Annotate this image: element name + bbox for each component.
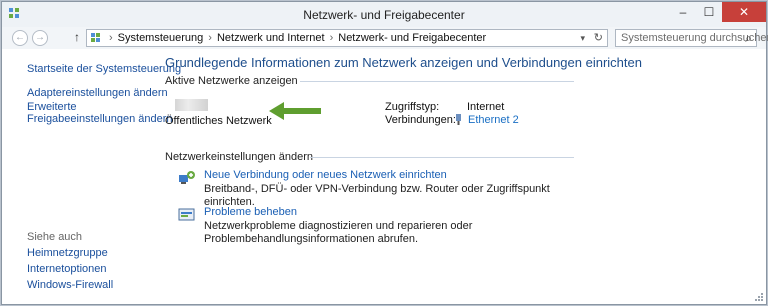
breadcrumb: › Systemsteuerung › Netzwerk und Internet › N… — [104, 31, 486, 45]
sidebar-link-advanced-sharing[interactable]: Erweiterte — [27, 101, 77, 113]
minimize-button[interactable]: – — [670, 2, 696, 22]
breadcrumb-item[interactable]: Netzwerk und Internet — [217, 32, 325, 44]
sidebar-link-internet-options[interactable]: Internetoptionen — [27, 263, 107, 275]
change-settings-label: Netzwerkeinstellungen ändern — [165, 151, 313, 163]
troubleshoot-icon — [178, 208, 195, 221]
network-name-redacted — [175, 99, 208, 111]
connections-label: Verbindungen: — [385, 114, 456, 126]
arrow-annotation-icon — [269, 102, 321, 120]
sidebar-link-adapter-settings[interactable]: Adaptereinstellungen ändern — [27, 87, 168, 99]
breadcrumb-separator[interactable]: › — [208, 32, 212, 44]
sidebar-link-home[interactable]: Startseite der Systemsteuerung — [27, 63, 181, 75]
breadcrumb-separator: › — [109, 32, 113, 44]
content-area: Startseite der Systemsteuerung Adapterei… — [2, 49, 766, 304]
breadcrumb-item[interactable]: Netzwerk- und Freigabecenter — [338, 32, 486, 44]
back-button[interactable]: ← — [12, 30, 28, 46]
breadcrumb-item[interactable]: Systemsteuerung — [118, 32, 204, 44]
sidebar: Startseite der Systemsteuerung Adapterei… — [2, 49, 181, 304]
up-button[interactable]: ↑ — [70, 30, 84, 46]
troubleshoot-desc: Netzwerkprobleme diagnostizieren und rep… — [204, 220, 473, 245]
chevron-down-icon[interactable]: ▾ — [580, 31, 585, 45]
setup-connection-link[interactable]: Neue Verbindung oder neues Netzwerk einr… — [204, 169, 447, 181]
breadcrumb-separator[interactable]: › — [330, 32, 334, 44]
control-panel-icon — [91, 33, 101, 43]
address-box[interactable]: › Systemsteuerung › Netzwerk und Internet › N… — [86, 29, 608, 47]
title-bar: Netzwerk- und Freigabecenter – ☐ ✕ — [2, 2, 766, 27]
page-title: Grundlegende Informationen zum Netzwerk … — [165, 55, 642, 70]
access-type-value: Internet — [467, 101, 505, 113]
connection-link-ethernet[interactable]: Ethernet 2 — [468, 114, 519, 126]
window-title: Netzwerk- und Freigabecenter — [303, 8, 465, 22]
maximize-button[interactable]: ☐ — [696, 2, 722, 22]
refresh-icon[interactable]: ↻ — [594, 31, 603, 45]
sidebar-link-homegroup[interactable]: Heimnetzgruppe — [27, 247, 108, 259]
divider — [300, 81, 574, 82]
sidebar-link-advanced-sharing-2[interactable]: Freigabeeinstellungen ändern — [27, 113, 173, 125]
network-connection-icon — [179, 171, 195, 184]
active-networks-label: Aktive Netzwerke anzeigen — [165, 75, 298, 87]
search-input[interactable]: Systemsteuerung durchsuchen ⌕ — [615, 29, 768, 47]
address-bar: ← → ↑ › Systemsteuerung › Netzwerk und Inte… — [2, 27, 768, 49]
see-also-label: Siehe auch — [27, 231, 83, 243]
window: Netzwerk- und Freigabecenter – ☐ ✕ ← → ↑… — [1, 1, 768, 305]
resize-grip-icon[interactable] — [754, 292, 764, 302]
search-icon[interactable]: ⌕ — [745, 30, 752, 46]
divider — [310, 157, 574, 158]
access-type-label: Zugriffstyp: — [385, 101, 440, 113]
ethernet-icon — [456, 114, 461, 125]
main-panel: Grundlegende Informationen zum Netzwerk … — [162, 49, 766, 304]
network-type-label[interactable]: Öffentliches Netzwerk — [165, 115, 272, 127]
forward-button[interactable]: → — [32, 30, 48, 46]
sidebar-link-firewall[interactable]: Windows-Firewall — [27, 279, 113, 291]
troubleshoot-link[interactable]: Probleme beheben — [204, 206, 297, 218]
close-button[interactable]: ✕ — [722, 2, 766, 22]
